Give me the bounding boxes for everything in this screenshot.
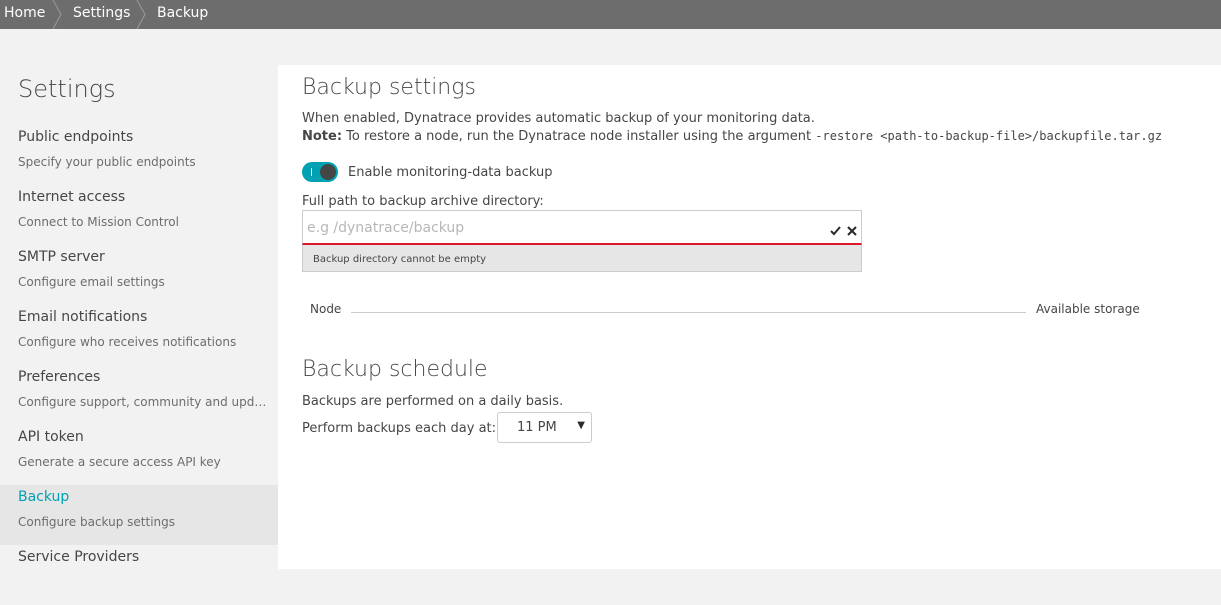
main-panel: Backup settings When enabled, Dynatrace … (278, 65, 1221, 569)
schedule-description: Backups are performed on a daily basis. (302, 394, 564, 409)
toggle-knob (320, 164, 336, 180)
sidebar-item-label: Preferences (18, 369, 101, 385)
sidebar-item-api-token[interactable]: API token Generate a secure access API k… (0, 425, 278, 485)
restore-note: Note: To restore a node, run the Dynatra… (302, 129, 1162, 144)
backup-path-error: Backup directory cannot be empty (302, 245, 862, 272)
backup-toggle[interactable] (302, 162, 338, 182)
sidebar-item-label: API token (18, 429, 84, 445)
sidebar-item-label: SMTP server (18, 249, 105, 265)
sidebar-item-description: Configure who receives notifications (18, 335, 237, 349)
confirm-check-icon[interactable] (830, 221, 841, 240)
breadcrumb-home[interactable]: Home (4, 0, 45, 29)
sidebar-item-preferences[interactable]: Preferences Configure support, community… (0, 365, 278, 425)
schedule-time-label: Perform backups each day at: (302, 421, 497, 436)
error-message: Backup directory cannot be empty (313, 254, 487, 265)
sidebar-item-label: Internet access (18, 189, 126, 205)
sidebar-title: Settings (18, 75, 116, 103)
sidebar-item-description: Connect to Mission Control (18, 215, 179, 229)
backup-path-input[interactable] (305, 215, 829, 241)
backup-toggle-label: Enable monitoring-data backup (348, 165, 553, 180)
page-title: Backup settings (302, 75, 476, 100)
sidebar-item-label: Service Providers (18, 549, 140, 565)
schedule-time-value: 11 PM (517, 420, 557, 435)
node-column-header: Node (310, 302, 342, 316)
breadcrumb: Home Settings Backup (0, 0, 1221, 29)
sidebar-item-backup[interactable]: Backup Configure backup settings (0, 485, 278, 545)
breadcrumb-settings[interactable]: Settings (73, 0, 130, 29)
backup-path-field (302, 210, 862, 245)
note-code: -restore <path-to-backup-file>/backupfil… (815, 129, 1163, 143)
sidebar-item-description: Configure email settings (18, 275, 165, 289)
backup-path-label: Full path to backup archive directory: (302, 194, 544, 209)
schedule-title: Backup schedule (302, 357, 488, 382)
schedule-time-select[interactable]: 11 PM ▼ (497, 412, 592, 443)
backup-description: When enabled, Dynatrace provides automat… (302, 111, 815, 126)
sidebar-item-smtp-server[interactable]: SMTP server Configure email settings (0, 245, 278, 305)
sidebar-item-description: Generate a secure access API key (18, 455, 221, 469)
storage-column-header: Available storage (1036, 302, 1140, 316)
sidebar-item-public-endpoints[interactable]: Public endpoints Specify your public end… (0, 125, 278, 185)
breadcrumb-separator-icon (52, 0, 62, 29)
node-divider (351, 312, 1026, 313)
note-text: To restore a node, run the Dynatrace nod… (342, 129, 816, 144)
sidebar-item-service-providers[interactable]: Service Providers (0, 545, 278, 605)
breadcrumb-separator-icon (136, 0, 146, 29)
sidebar-item-description: Specify your public endpoints (18, 155, 196, 169)
sidebar-item-label: Email notifications (18, 309, 148, 325)
note-label: Note: (302, 129, 343, 144)
caret-down-icon: ▼ (577, 420, 585, 431)
sidebar-item-description: Configure support, community and upda... (18, 395, 268, 409)
sidebar: Settings Public endpoints Specify your p… (0, 65, 278, 569)
toggle-on-indicator-icon (311, 168, 312, 176)
breadcrumb-backup: Backup (157, 5, 209, 21)
sidebar-item-email-notifications[interactable]: Email notifications Configure who receiv… (0, 305, 278, 365)
clear-close-icon[interactable] (847, 221, 857, 240)
sidebar-item-description: Configure backup settings (18, 515, 176, 529)
sidebar-item-label: Backup (18, 489, 70, 505)
sidebar-item-internet-access[interactable]: Internet access Connect to Mission Contr… (0, 185, 278, 245)
sidebar-item-label: Public endpoints (18, 129, 134, 145)
